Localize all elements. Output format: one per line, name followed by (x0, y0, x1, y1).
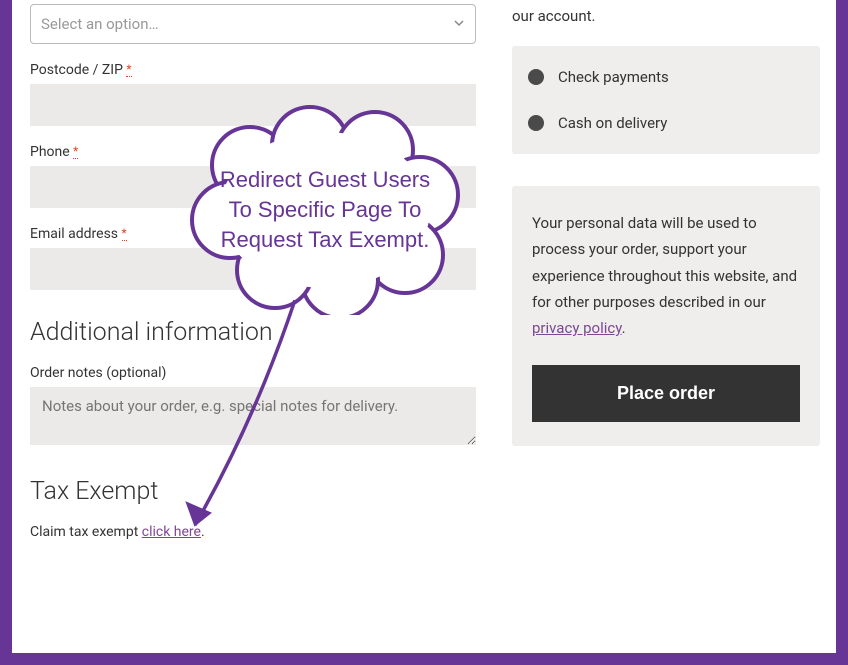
payment-option-cash-label: Cash on delivery (558, 114, 667, 132)
required-asterisk: * (73, 144, 78, 159)
additional-info-heading: Additional information (30, 318, 476, 347)
radio-icon (528, 115, 544, 131)
privacy-text-body: Your personal data will be used to proce… (532, 214, 797, 311)
payment-option-check[interactable]: Check payments (512, 54, 820, 100)
payment-option-cash[interactable]: Cash on delivery (512, 100, 820, 146)
privacy-text: Your personal data will be used to proce… (532, 210, 800, 341)
phone-label-text: Phone (30, 144, 70, 160)
tax-exempt-suffix: . (201, 524, 205, 540)
required-asterisk: * (126, 62, 131, 77)
privacy-text-suffix: . (622, 319, 626, 337)
state-select[interactable]: Select an option… (30, 4, 476, 44)
privacy-policy-link[interactable]: privacy policy (532, 319, 622, 337)
phone-label: Phone * (30, 144, 476, 160)
phone-input[interactable] (30, 166, 476, 208)
order-notes-label: Order notes (optional) (30, 365, 476, 381)
postcode-label: Postcode / ZIP * (30, 62, 476, 78)
email-label-text: Email address (30, 226, 118, 242)
account-prompt-text: our account. (512, 4, 820, 28)
required-asterisk: * (122, 226, 127, 241)
postcode-label-text: Postcode / ZIP (30, 62, 123, 78)
postcode-input[interactable] (30, 84, 476, 126)
state-select-placeholder: Select an option… (41, 15, 159, 33)
tax-exempt-heading: Tax Exempt (30, 477, 476, 506)
chevron-down-icon (453, 15, 465, 33)
payment-methods: Check payments Cash on delivery (512, 46, 820, 154)
payment-option-check-label: Check payments (558, 68, 669, 86)
order-notes-textarea[interactable] (30, 387, 476, 445)
email-input[interactable] (30, 248, 476, 290)
place-order-button[interactable]: Place order (532, 365, 800, 422)
tax-exempt-text: Claim tax exempt click here. (30, 524, 476, 540)
email-label: Email address * (30, 226, 476, 242)
tax-exempt-link[interactable]: click here (142, 524, 201, 540)
privacy-box: Your personal data will be used to proce… (512, 186, 820, 446)
tax-exempt-prefix: Claim tax exempt (30, 524, 142, 540)
radio-icon (528, 69, 544, 85)
